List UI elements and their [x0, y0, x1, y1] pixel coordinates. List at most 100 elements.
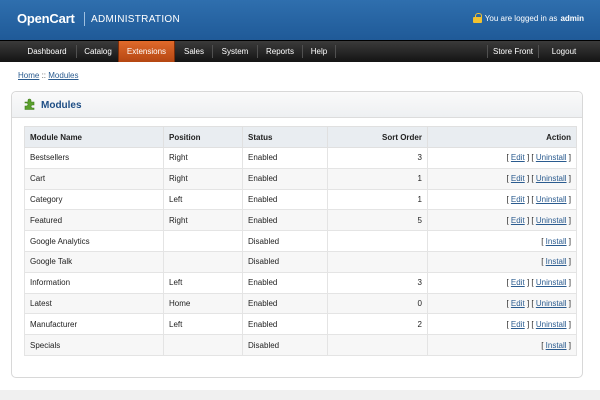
header-subtitle: ADMINISTRATION	[91, 14, 181, 25]
edit-link[interactable]: Edit	[511, 299, 525, 308]
module-name-cell: Google Analytics	[24, 230, 164, 252]
sort-order-cell	[327, 334, 428, 356]
menu-item-extensions[interactable]: Extensions	[118, 41, 175, 62]
module-name-cell: Information	[24, 271, 164, 294]
status-cell: Enabled	[242, 292, 328, 315]
table-row: Bestsellers Right Enabled 3[ Edit ] [ Unins…	[24, 147, 577, 169]
sort-order-cell: 1	[327, 167, 428, 190]
table-row: Specials Disabled [ Install ]	[24, 334, 577, 356]
position-cell: Left	[163, 188, 243, 211]
status-cell: Enabled	[242, 188, 328, 211]
breadcrumb-home[interactable]: Home	[18, 71, 39, 80]
status-cell: Enabled	[242, 209, 328, 232]
uninstall-link[interactable]: Uninstall	[536, 195, 567, 204]
uninstall-link[interactable]: Uninstall	[536, 299, 567, 308]
uninstall-link[interactable]: Uninstall	[536, 320, 567, 329]
menu-item-catalog[interactable]: Catalog	[77, 41, 119, 62]
table-row: Information Left Enabled 3[ Edit ] [ Uninst…	[24, 271, 577, 294]
menu-item-dashboard[interactable]: Dashboard	[18, 41, 76, 62]
login-user: admin	[560, 13, 584, 23]
sort-order-cell: 0	[327, 292, 428, 315]
position-cell: Left	[163, 313, 243, 336]
sort-order-cell: 3	[327, 147, 428, 169]
main-menu: Dashboard Catalog Extensions Sales Syste…	[0, 40, 600, 62]
status-cell: Enabled	[242, 271, 328, 294]
position-cell: Right	[163, 209, 243, 232]
sort-order-cell	[327, 230, 428, 252]
position-cell: Home	[163, 292, 243, 315]
column-header-sort-order[interactable]: Sort Order	[327, 126, 428, 148]
position-cell: Left	[163, 271, 243, 294]
position-cell: Right	[163, 147, 243, 169]
module-name-cell: Cart	[24, 167, 164, 190]
action-cell: [ Install ]	[427, 230, 577, 252]
module-name-cell: Google Talk	[24, 250, 164, 273]
menu-item-help[interactable]: Help	[303, 41, 335, 62]
page-title: Modules	[41, 100, 82, 111]
menu-item-store-front[interactable]: Store Front	[488, 41, 538, 62]
breadcrumb-modules[interactable]: Modules	[48, 71, 78, 80]
status-cell: Enabled	[242, 167, 328, 190]
column-header-status[interactable]: Status	[242, 126, 328, 148]
breadcrumb-separator: ::	[41, 71, 47, 80]
module-name-cell: Featured	[24, 209, 164, 232]
action-cell: [ Edit ] [ Uninstall ]	[427, 147, 577, 169]
module-name-cell: Bestsellers	[24, 147, 164, 169]
edit-link[interactable]: Edit	[511, 216, 525, 225]
menu-separator	[335, 45, 336, 58]
edit-link[interactable]: Edit	[511, 174, 525, 183]
module-name-cell: Manufacturer	[24, 313, 164, 336]
breadcrumb: Home :: Modules	[18, 71, 79, 80]
status-cell: Disabled	[242, 230, 328, 252]
install-link[interactable]: Install	[546, 257, 567, 266]
position-cell	[163, 250, 243, 273]
uninstall-link[interactable]: Uninstall	[536, 216, 567, 225]
edit-link[interactable]: Edit	[511, 320, 525, 329]
uninstall-link[interactable]: Uninstall	[536, 174, 567, 183]
table-row: Google Analytics Disabled [ Install ]	[24, 230, 577, 252]
action-cell: [ Edit ] [ Uninstall ]	[427, 271, 577, 294]
login-prefix: You are logged in as	[484, 13, 558, 23]
module-name-cell: Specials	[24, 334, 164, 356]
action-cell: [ Edit ] [ Uninstall ]	[427, 313, 577, 336]
header: OpenCart ADMINISTRATION You are logged i…	[0, 0, 600, 40]
uninstall-link[interactable]: Uninstall	[536, 153, 567, 162]
edit-link[interactable]: Edit	[511, 278, 525, 287]
action-cell: [ Edit ] [ Uninstall ]	[427, 188, 577, 211]
table-row: Latest Home Enabled 0[ Edit ] [ Uninstall ]	[24, 292, 577, 315]
action-cell: [ Edit ] [ Uninstall ]	[427, 292, 577, 315]
action-cell: [ Install ]	[427, 250, 577, 273]
module-name-cell: Latest	[24, 292, 164, 315]
column-header-module-name[interactable]: Module Name	[24, 126, 164, 148]
column-header-position[interactable]: Position	[163, 126, 243, 148]
footer-bar	[0, 390, 600, 400]
modules-table: Module Name Position Status Sort Order A…	[24, 126, 577, 356]
menu-item-reports[interactable]: Reports	[258, 41, 302, 62]
logo[interactable]: OpenCart	[17, 11, 75, 26]
status-cell: Enabled	[242, 147, 328, 169]
position-cell	[163, 230, 243, 252]
sort-order-cell	[327, 250, 428, 273]
sort-order-cell: 2	[327, 313, 428, 336]
action-cell: [ Edit ] [ Uninstall ]	[427, 209, 577, 232]
menu-item-sales[interactable]: Sales	[176, 41, 212, 62]
menu-item-system[interactable]: System	[213, 41, 257, 62]
menu-item-logout[interactable]: Logout	[539, 41, 589, 62]
edit-link[interactable]: Edit	[511, 153, 525, 162]
action-cell: [ Install ]	[427, 334, 577, 356]
install-link[interactable]: Install	[546, 341, 567, 350]
puzzle-icon	[24, 98, 35, 110]
table-row: Google Talk Disabled [ Install ]	[24, 250, 577, 273]
action-cell: [ Edit ] [ Uninstall ]	[427, 167, 577, 190]
uninstall-link[interactable]: Uninstall	[536, 278, 567, 287]
table-row: Featured Right Enabled 5[ Edit ] [ Uninstal…	[24, 209, 577, 232]
status-cell: Disabled	[242, 250, 328, 273]
table-header-row: Module Name Position Status Sort Order A…	[24, 126, 577, 148]
edit-link[interactable]: Edit	[511, 195, 525, 204]
install-link[interactable]: Install	[546, 237, 567, 246]
logo-separator	[84, 12, 85, 26]
login-status: You are logged in as admin	[472, 13, 584, 23]
sort-order-cell: 5	[327, 209, 428, 232]
table-row: Manufacturer Left Enabled 2[ Edit ] [ Unins…	[24, 313, 577, 336]
table-row: Cart Right Enabled 1[ Edit ] [ Uninstall ]	[24, 167, 577, 190]
